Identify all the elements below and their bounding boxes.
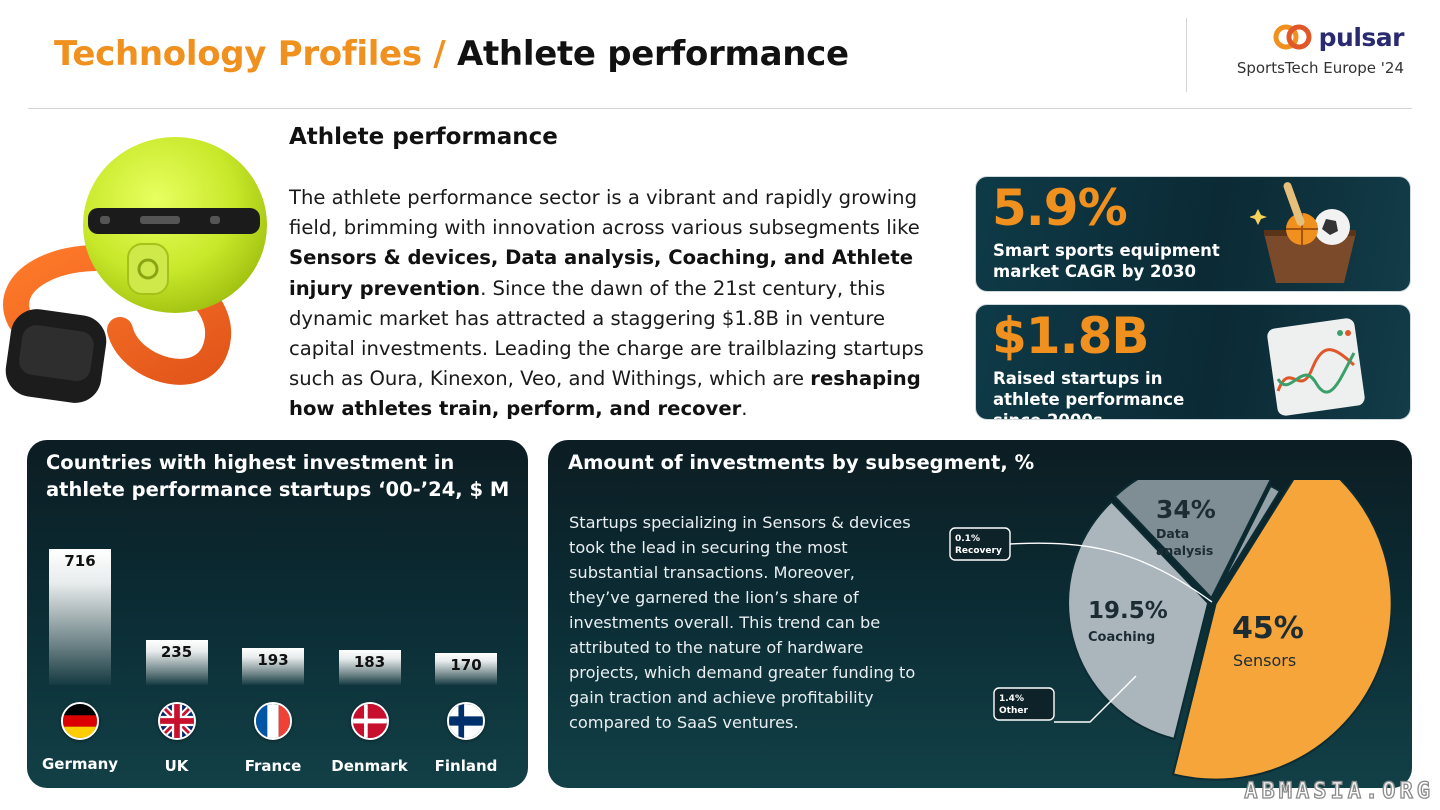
callout-value: 0.1% — [955, 534, 980, 544]
intro-text-3: . — [741, 397, 748, 421]
header-rule — [28, 108, 1412, 109]
intro-text-1: The athlete performance sector is a vibr… — [289, 186, 920, 240]
pie-chart-title: Amount of investments by subsegment, % — [568, 451, 1035, 474]
sports-basket-icon — [1250, 182, 1356, 283]
bar-value-label: 235 — [160, 643, 193, 662]
title-main: Athlete performance — [456, 34, 849, 74]
finland-flag-icon — [447, 702, 485, 740]
stat-label: Smart sports equipment market CAGR by 20… — [993, 241, 1220, 281]
stat-card-raised: $1.8B Raised startups in athlete perform… — [975, 304, 1411, 420]
denmark-flag-icon — [350, 702, 389, 740]
pie-label-value: 19.5% — [1088, 598, 1168, 624]
country-label: France — [244, 757, 302, 775]
country-label: UK — [164, 757, 189, 775]
title-accent: Technology Profiles / — [54, 34, 446, 74]
pie-label-value: 34% — [1156, 495, 1216, 524]
pie-chart: 45% Sensors 34% Data analysis 19.5% Coaching 0.… — [949, 480, 1393, 781]
bar-value-label: 183 — [353, 653, 386, 672]
stat-label: Raised startups in athlete performance s… — [993, 369, 1185, 419]
intro-paragraph: The athlete performance sector is a vibr… — [289, 183, 949, 425]
brand-block: pulsar SportsTech Europe '24 — [1236, 22, 1405, 78]
pie-description: Startups specializing in Sensors & devic… — [569, 513, 916, 732]
pulsar-logo-icon — [1273, 24, 1312, 50]
pie-label-value: 45% — [1232, 611, 1304, 646]
brand-name: pulsar — [1318, 22, 1405, 52]
germany-flag-icon — [61, 702, 99, 740]
brand-subtitle: SportsTech Europe '24 — [1236, 59, 1404, 77]
wearable-device-image — [3, 137, 267, 403]
bar-value-label: 193 — [257, 651, 289, 670]
country-label: Germany — [41, 755, 119, 773]
uk-flag-icon — [157, 702, 196, 740]
line-chart-icon — [1267, 318, 1365, 416]
bar-value-label: 716 — [64, 552, 96, 570]
bar-value-label: 170 — [450, 655, 482, 674]
header-divider — [1186, 18, 1187, 92]
country-label: Finland — [434, 757, 498, 775]
france-flag-icon — [254, 702, 292, 740]
pie-label-name: Coaching — [1088, 630, 1155, 645]
country-label: Denmark — [331, 757, 408, 775]
callout-value: 1.4% — [999, 694, 1024, 704]
pie-label-name: analysis — [1156, 543, 1213, 558]
stat-card-cagr: 5.9% Smart sports equipment market CAGR … — [975, 176, 1411, 292]
bar-chart-title: Countries with highest investment in ath… — [46, 451, 510, 501]
bar-chart-panel: Countries with highest investment in ath… — [27, 440, 528, 788]
pie-label-name: Data — [1156, 526, 1189, 541]
page-title: Technology Profiles / Athlete performanc… — [54, 34, 849, 74]
watermark-text: ABMASIA.ORG — [1244, 778, 1434, 804]
callout-name: Recovery — [955, 546, 1002, 556]
stat-value: 5.9% — [992, 179, 1128, 237]
pie-label-name: Sensors — [1233, 651, 1296, 670]
callout-name: Other — [999, 706, 1028, 716]
stat-value: $1.8B — [992, 307, 1149, 365]
intro-title: Athlete performance — [289, 124, 558, 150]
